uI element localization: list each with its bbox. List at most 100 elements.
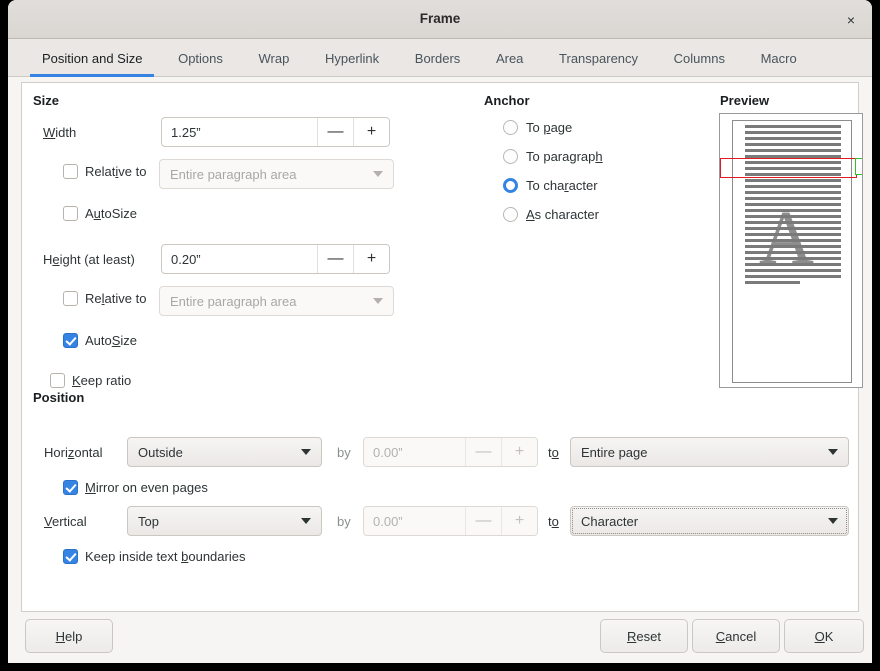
height-value[interactable]: 0.20” [162,245,317,273]
horizontal-to-dropdown[interactable]: Entire page [570,437,849,467]
anchor-option-label: To page [526,120,572,135]
position-and-size-page: Size Width 1.25” — + Relative to Entire … [21,82,859,612]
size-group-title: Size [33,93,59,108]
tab-columns[interactable]: Columns [658,39,741,77]
vertical-by-decrement-button[interactable]: — [465,507,501,535]
tab-position-and-size[interactable]: Position and Size [26,39,158,77]
checkbox-box [63,480,78,495]
keep-inside-text-boundaries-label: Keep inside text boundaries [85,549,245,564]
horizontal-by-increment-button[interactable]: + [501,438,537,466]
tab-borders[interactable]: Borders [399,39,477,77]
vertical-by-spinner[interactable]: 0.00” — + [363,506,538,536]
vertical-by-label: by [337,514,351,529]
anchor-option-label: To paragraph [526,149,603,164]
vertical-to-value: Character [581,514,822,529]
position-group-title: Position [33,390,84,405]
tab-options[interactable]: Options [162,39,239,77]
height-relative-to-dropdown[interactable]: Entire paragraph area [159,286,394,316]
height-relative-to-value: Entire paragraph area [170,294,367,309]
width-label: Width [43,125,76,140]
preview-group-title: Preview [720,93,769,108]
ok-button[interactable]: OK [784,619,864,653]
vertical-to-dropdown[interactable]: Character [570,506,849,536]
radio-dot [503,120,518,135]
checkbox-box [63,549,78,564]
horizontal-by-value[interactable]: 0.00” [364,438,465,466]
help-button[interactable]: Help [25,619,113,653]
anchor-option-to-character[interactable]: To character [503,178,598,193]
horizontal-to-value: Entire page [581,445,822,460]
height-autosize-label: AutoSize [85,333,137,348]
vertical-by-value[interactable]: 0.00” [364,507,465,535]
close-icon[interactable]: × [840,9,862,31]
width-decrement-button[interactable]: — [317,118,353,146]
checkbox-box [63,164,78,179]
keep-inside-text-boundaries-checkbox[interactable]: Keep inside text boundaries [63,549,245,564]
title-bar: Frame × [8,0,872,39]
tab-macro[interactable]: Macro [745,39,813,77]
frame-position-marker [855,158,863,175]
anchor-option-label: As character [526,207,599,222]
width-relative-checkbox[interactable]: Relative to [63,164,146,179]
vertical-to-label: to [548,514,559,529]
horizontal-dropdown[interactable]: Outside [127,437,322,467]
help-button-label: Help [56,629,83,644]
width-autosize-checkbox[interactable]: AutoSize [63,206,137,221]
width-spinner[interactable]: 1.25” — + [161,117,390,147]
anchor-group-title: Anchor [484,93,530,108]
height-relative-label: Relative to [85,291,146,306]
horizontal-by-label: by [337,445,351,460]
width-autosize-label: AutoSize [85,206,137,221]
vertical-dropdown[interactable]: Top [127,506,322,536]
cancel-button-label: Cancel [716,629,756,644]
radio-dot [503,178,518,193]
keep-ratio-checkbox[interactable]: Keep ratio [50,373,131,388]
keep-ratio-label: Keep ratio [72,373,131,388]
horizontal-by-spinner[interactable]: 0.00” — + [363,437,538,467]
preview-area: A [719,113,863,388]
tab-transparency[interactable]: Transparency [543,39,654,77]
height-autosize-checkbox[interactable]: AutoSize [63,333,137,348]
vertical-by-increment-button[interactable]: + [501,507,537,535]
reset-button[interactable]: Reset [600,619,688,653]
horizontal-to-label: to [548,445,559,460]
anchor-option-as-character[interactable]: As character [503,207,599,222]
tab-wrap[interactable]: Wrap [243,39,306,77]
anchor-option-to-page[interactable]: To page [503,120,572,135]
height-decrement-button[interactable]: — [317,245,353,273]
height-relative-checkbox[interactable]: Relative to [63,291,146,306]
checkbox-box [63,291,78,306]
vertical-label: Vertical [44,514,87,529]
chevron-down-icon [373,298,383,304]
frame-dialog: Frame × Position and Size Options Wrap H… [8,0,872,663]
width-value[interactable]: 1.25” [162,118,317,146]
chevron-down-icon [828,518,838,524]
horizontal-by-decrement-button[interactable]: — [465,438,501,466]
height-spinner[interactable]: 0.20” — + [161,244,390,274]
width-relative-label: Relative to [85,164,146,179]
width-relative-to-dropdown[interactable]: Entire paragraph area [159,159,394,189]
cancel-button[interactable]: Cancel [692,619,780,653]
anchor-span-marker [720,158,857,178]
dialog-title: Frame [8,0,872,38]
vertical-value: Top [138,514,295,529]
ok-button-label: OK [815,629,834,644]
tab-hyperlink[interactable]: Hyperlink [309,39,395,77]
height-increment-button[interactable]: + [353,245,389,273]
tab-area[interactable]: Area [480,39,539,77]
mirror-on-even-pages-label: Mirror on even pages [85,480,208,495]
reset-button-label: Reset [627,629,661,644]
tab-bar: Position and Size Options Wrap Hyperlink… [8,39,872,77]
checkbox-box [63,333,78,348]
anchor-option-label: To character [526,178,598,193]
chevron-down-icon [301,449,311,455]
radio-dot [503,149,518,164]
mirror-on-even-pages-checkbox[interactable]: Mirror on even pages [63,480,208,495]
radio-dot [503,207,518,222]
height-label: Height (at least) [43,252,135,267]
anchor-option-to-paragraph[interactable]: To paragraph [503,149,603,164]
horizontal-value: Outside [138,445,295,460]
chevron-down-icon [828,449,838,455]
width-increment-button[interactable]: + [353,118,389,146]
horizontal-label: Horizontal [44,445,103,460]
